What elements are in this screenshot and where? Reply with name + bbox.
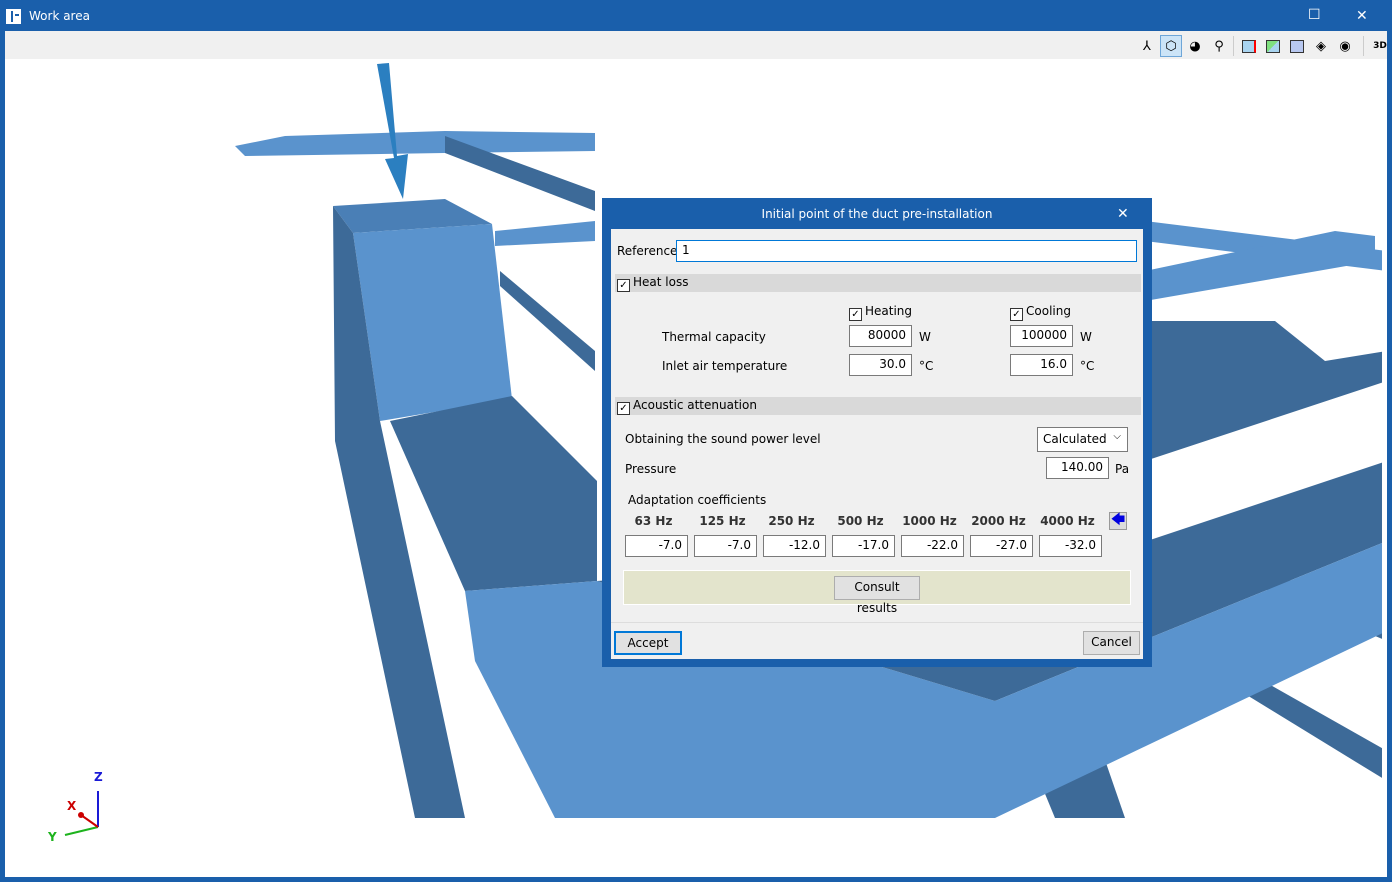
- heating-checkbox[interactable]: ✓ Heating: [849, 304, 912, 321]
- acoustic-checkbox[interactable]: ✓ Acoustic attenuation: [617, 398, 757, 415]
- band-label: 250 Hz: [768, 514, 815, 528]
- view-cube-icon[interactable]: ⬡: [1160, 35, 1182, 57]
- heat-loss-section: ✓ Heat loss: [615, 274, 1141, 292]
- heating-temp-input[interactable]: 30.0: [849, 354, 912, 376]
- chevron-down-icon: ⌵: [1113, 431, 1121, 442]
- thermal-capacity-label: Thermal capacity: [662, 330, 766, 344]
- dialog-title: Initial point of the duct pre-installati…: [761, 207, 993, 221]
- axis-y-label: Y: [48, 830, 57, 844]
- pressure-label: Pressure: [625, 462, 677, 476]
- arrow-left-icon[interactable]: 🡄: [1109, 512, 1127, 530]
- sound-power-select[interactable]: Calculated ⌵: [1037, 427, 1128, 452]
- unit-label: W: [1080, 330, 1092, 344]
- band-label: 1000 Hz: [902, 514, 957, 528]
- pressure-unit: Pa: [1115, 462, 1130, 476]
- cancel-button[interactable]: Cancel: [1083, 631, 1140, 655]
- consult-results-button[interactable]: Consult results: [834, 576, 920, 615]
- 3d-settings-icon[interactable]: 3D: [1369, 35, 1391, 57]
- dialog-close-button[interactable]: ✕: [1117, 206, 1129, 222]
- unit-label: W: [919, 330, 931, 344]
- cooling-checkbox[interactable]: ✓ Cooling: [1010, 304, 1071, 321]
- direction-arrow-icon: [377, 63, 408, 199]
- band-label: 63 Hz: [634, 514, 673, 528]
- band-coefficient-input[interactable]: -32.0: [1039, 535, 1102, 557]
- reference-label: Reference: [617, 244, 678, 258]
- section-diagonal-icon[interactable]: [1262, 35, 1284, 57]
- maximize-button[interactable]: ☐: [1308, 7, 1321, 23]
- reference-input[interactable]: 1: [676, 240, 1137, 262]
- view-toolbar: ⅄ ⬡ ◕ ⚲ ◈ ◉ 3D: [5, 31, 1387, 59]
- section-x-icon[interactable]: [1238, 35, 1260, 57]
- section-horizontal-icon[interactable]: [1286, 35, 1308, 57]
- band-coefficient-input[interactable]: -7.0: [625, 535, 688, 557]
- axis-x-label: X: [67, 799, 77, 813]
- band-label: 4000 Hz: [1040, 514, 1095, 528]
- sound-power-label: Obtaining the sound power level: [625, 432, 821, 446]
- pressure-input[interactable]: 140.00: [1046, 457, 1109, 479]
- band-label: 500 Hz: [837, 514, 884, 528]
- axis-z-label: Z: [94, 770, 103, 784]
- band-label: 125 Hz: [699, 514, 746, 528]
- duct-initial-point-dialog: Initial point of the duct pre-installati…: [602, 198, 1152, 667]
- band-coefficient-input[interactable]: -17.0: [832, 535, 895, 557]
- axes-icon[interactable]: ⅄: [1136, 35, 1158, 57]
- app-icon: [6, 9, 21, 24]
- cooling-capacity-input[interactable]: 100000: [1010, 325, 1073, 347]
- axis-gizmo-icon: [64, 791, 99, 836]
- band-coefficient-input[interactable]: -12.0: [763, 535, 826, 557]
- band-coefficient-input[interactable]: -27.0: [970, 535, 1033, 557]
- acoustic-section: ✓ Acoustic attenuation: [615, 397, 1141, 415]
- unit-label: °C: [1080, 359, 1095, 373]
- hide-icon[interactable]: ◉: [1334, 35, 1356, 57]
- band-coefficient-input[interactable]: -7.0: [694, 535, 757, 557]
- orbit-icon[interactable]: ◕: [1184, 35, 1206, 57]
- inlet-temp-label: Inlet air temperature: [662, 359, 788, 373]
- accept-button[interactable]: Accept: [614, 631, 682, 655]
- unit-label: °C: [919, 359, 934, 373]
- window-title: Work area: [29, 9, 90, 23]
- band-coefficient-input[interactable]: -22.0: [901, 535, 964, 557]
- rotate-icon[interactable]: ⚲: [1208, 35, 1230, 57]
- adaptation-label: Adaptation coefficients: [628, 493, 767, 507]
- heat-loss-checkbox[interactable]: ✓ Heat loss: [617, 275, 688, 292]
- layers-icon[interactable]: ◈: [1310, 35, 1332, 57]
- results-panel: Consult results: [623, 570, 1131, 615]
- band-label: 2000 Hz: [971, 514, 1026, 528]
- title-bar: Work area ☐ ✕: [0, 0, 1392, 31]
- close-window-button[interactable]: ✕: [1356, 8, 1368, 24]
- heating-capacity-input[interactable]: 80000: [849, 325, 912, 347]
- cooling-temp-input[interactable]: 16.0: [1010, 354, 1073, 376]
